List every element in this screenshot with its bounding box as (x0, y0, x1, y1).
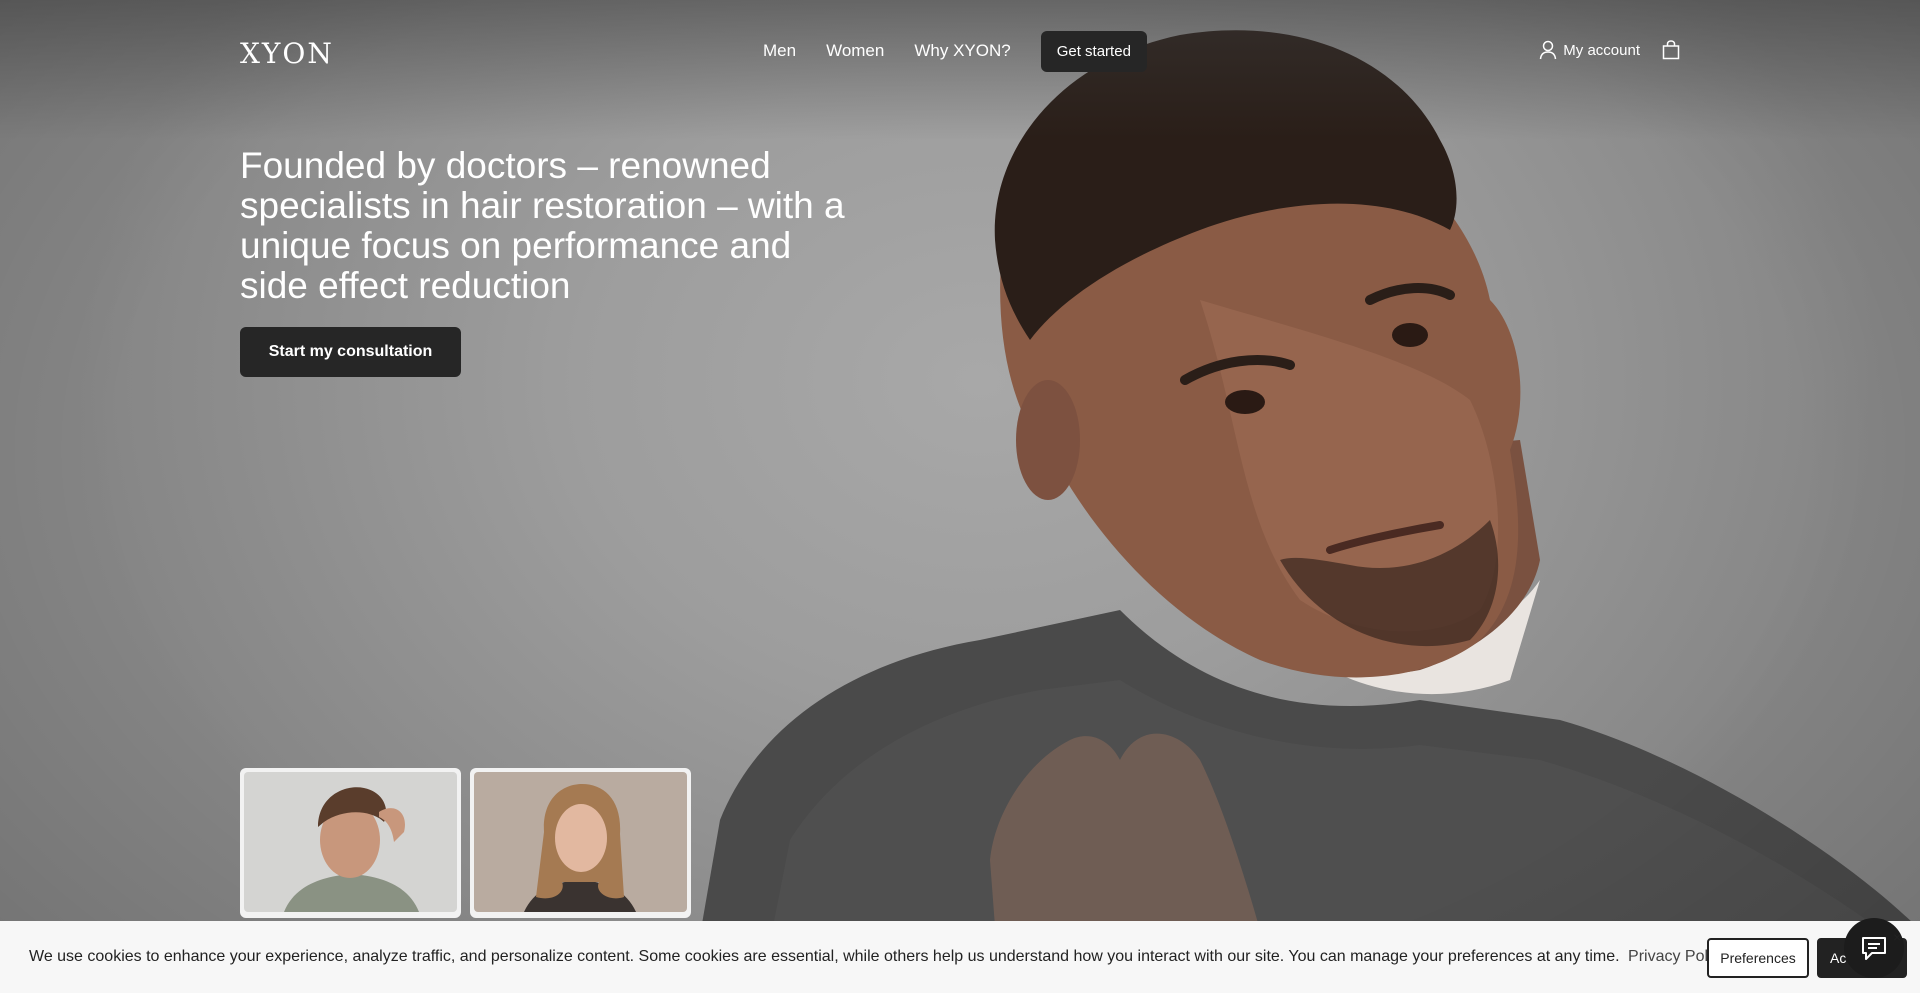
men-category-card[interactable] (240, 768, 461, 918)
my-account-label: My account (1563, 41, 1640, 59)
women-category-card[interactable] (470, 768, 691, 918)
cookie-text: We use cookies to enhance your experienc… (29, 948, 1620, 965)
user-icon (1540, 40, 1557, 60)
cookie-banner: We use cookies to enhance your experienc… (0, 921, 1920, 993)
bag-icon (1662, 40, 1680, 60)
cart-button[interactable] (1662, 40, 1680, 65)
nav-link-why-xyon[interactable]: Why XYON? (914, 41, 1010, 61)
cookie-message: We use cookies to enhance your experienc… (29, 948, 1728, 966)
xyon-logo[interactable]: XYON (240, 37, 334, 70)
chat-icon (1862, 937, 1886, 960)
nav-link-women[interactable]: Women (826, 41, 884, 61)
chat-widget-button[interactable] (1844, 918, 1904, 978)
start-consultation-button[interactable]: Start my consultation (240, 327, 461, 377)
chat-close-icon[interactable]: × (1893, 929, 1901, 945)
site-header: XYON Men Women Why XYON? Get started My … (240, 0, 1680, 104)
men-thumbnail-image (284, 787, 419, 912)
my-account-link[interactable]: My account (1539, 40, 1640, 60)
get-started-button[interactable]: Get started (1040, 30, 1147, 72)
nav-link-men[interactable]: Men (763, 41, 796, 61)
cookie-preferences-button[interactable]: Preferences (1707, 938, 1809, 978)
hero-headline: Founded by doctors – renowned specialist… (240, 145, 845, 306)
women-thumbnail-image (524, 784, 636, 912)
main-nav: Men Women Why XYON? Get started (763, 30, 1147, 72)
